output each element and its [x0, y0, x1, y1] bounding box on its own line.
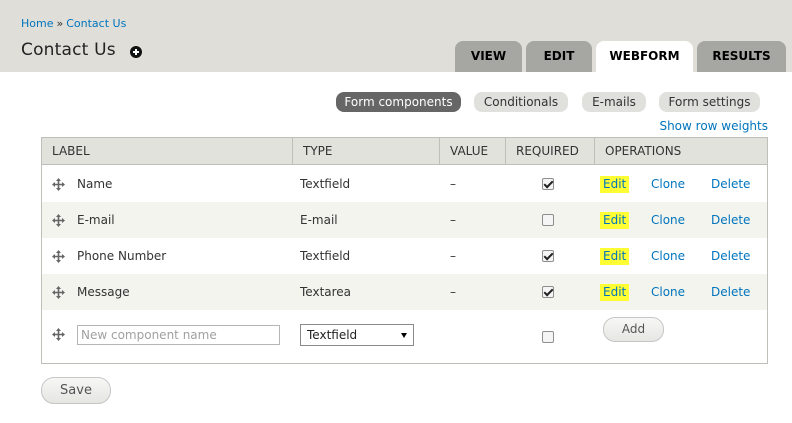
- secondary-tabs: Form components Conditionals E-mails For…: [0, 92, 792, 112]
- page-title: Contact Us: [21, 40, 116, 60]
- clone-link[interactable]: Clone: [651, 202, 685, 238]
- breadcrumb-current-link[interactable]: Contact Us: [66, 17, 126, 30]
- delete-link[interactable]: Delete: [711, 238, 750, 274]
- row-type: E-mail: [300, 213, 338, 227]
- breadcrumb: Home» Contact Us: [21, 17, 126, 30]
- new-required-checkbox[interactable]: [542, 331, 554, 343]
- header-operations: OPERATIONS: [594, 138, 767, 165]
- tab-webform[interactable]: WEBFORM: [596, 41, 693, 73]
- component-type-select[interactable]: Textfield: [300, 324, 414, 346]
- row-label: E-mail: [77, 213, 115, 227]
- header-required: REQUIRED: [505, 138, 594, 165]
- edit-link[interactable]: Edit: [600, 248, 630, 265]
- header-label: LABEL: [52, 144, 90, 158]
- move-arrows-icon[interactable]: [52, 214, 65, 227]
- new-component-row: Textfield Add: [42, 310, 767, 363]
- table-row: Phone Number Textfield – Edit Clone Dele…: [42, 238, 767, 274]
- delete-link[interactable]: Delete: [711, 166, 750, 202]
- required-checkbox[interactable]: [542, 286, 554, 298]
- header-value: VALUE: [439, 138, 505, 165]
- add-shortcut-icon[interactable]: [130, 46, 142, 58]
- required-checkbox[interactable]: [542, 178, 554, 190]
- table-row: Name Textfield – Edit Clone Delete: [42, 166, 767, 202]
- header-type: TYPE: [292, 138, 439, 165]
- row-label: Message: [77, 285, 130, 299]
- delete-link[interactable]: Delete: [711, 274, 750, 310]
- move-arrows-icon[interactable]: [52, 178, 65, 191]
- move-arrows-icon[interactable]: [52, 328, 65, 341]
- delete-link[interactable]: Delete: [711, 202, 750, 238]
- row-value: –: [450, 213, 456, 227]
- tab-edit[interactable]: EDIT: [526, 41, 592, 72]
- triangle-down-icon: [401, 333, 407, 338]
- tab-view[interactable]: VIEW: [455, 41, 522, 72]
- add-component-button[interactable]: Add: [603, 317, 664, 342]
- row-type: Textarea: [300, 285, 352, 299]
- tab-form-settings[interactable]: Form settings: [659, 92, 760, 112]
- edit-link[interactable]: Edit: [600, 284, 630, 301]
- save-button[interactable]: Save: [41, 377, 111, 404]
- move-arrows-icon[interactable]: [52, 286, 65, 299]
- tab-results[interactable]: RESULTS: [697, 41, 786, 72]
- select-value: Textfield: [307, 328, 358, 342]
- clone-link[interactable]: Clone: [651, 238, 685, 274]
- clone-link[interactable]: Clone: [651, 166, 685, 202]
- tab-form-components[interactable]: Form components: [336, 92, 461, 112]
- show-row-weights-link[interactable]: Show row weights: [659, 119, 768, 133]
- tab-emails[interactable]: E-mails: [582, 92, 646, 112]
- clone-link[interactable]: Clone: [651, 274, 685, 310]
- edit-link[interactable]: Edit: [600, 176, 630, 193]
- page-header: Home» Contact Us Contact Us VIEW EDIT WEB…: [0, 0, 792, 73]
- row-type: Textfield: [300, 249, 351, 263]
- move-arrows-icon[interactable]: [52, 250, 65, 263]
- table-row: Message Textarea – Edit Clone Delete: [42, 274, 767, 310]
- row-label: Phone Number: [77, 249, 167, 263]
- required-checkbox[interactable]: [542, 250, 554, 262]
- edit-link[interactable]: Edit: [600, 212, 630, 229]
- tab-conditionals[interactable]: Conditionals: [474, 92, 568, 112]
- row-value: –: [450, 177, 456, 191]
- new-component-name-input[interactable]: [77, 325, 280, 345]
- required-checkbox[interactable]: [542, 214, 554, 226]
- table-header: LABEL TYPE VALUE REQUIRED OPERATIONS: [42, 138, 767, 165]
- breadcrumb-home-link[interactable]: Home: [21, 17, 53, 30]
- breadcrumb-separator: »: [56, 17, 64, 30]
- components-table: LABEL TYPE VALUE REQUIRED OPERATIONS Nam…: [41, 137, 768, 364]
- row-value: –: [450, 249, 456, 263]
- table-row: E-mail E-mail – Edit Clone Delete: [42, 202, 767, 238]
- row-label: Name: [77, 177, 113, 191]
- row-value: –: [450, 285, 456, 299]
- row-type: Textfield: [300, 177, 351, 191]
